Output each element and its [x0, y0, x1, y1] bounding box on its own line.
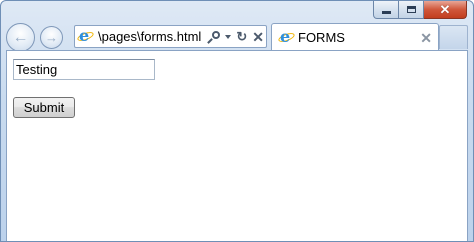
tab-close-icon[interactable]: ✕ [420, 31, 432, 45]
address-text[interactable]: \pages\forms.html [98, 29, 201, 44]
window-close-button[interactable]: ✕ [424, 1, 467, 19]
browser-window: ✕ ← → e \pages\forms.html ↻ ✕ e FORMS ✕ … [0, 0, 474, 242]
ie-tab-icon: e [277, 27, 296, 45]
stop-icon[interactable]: ✕ [252, 30, 264, 44]
minimize-button[interactable] [373, 1, 399, 19]
close-icon: ✕ [439, 2, 451, 17]
ie-page-icon: e [76, 26, 95, 44]
forward-arrow-icon: → [45, 30, 58, 45]
tab-title: FORMS [298, 30, 345, 45]
window-controls: ✕ [373, 1, 467, 20]
page-content: Submit [6, 50, 468, 241]
back-button[interactable]: ← [6, 23, 35, 52]
address-bar[interactable]: e \pages\forms.html ↻ ✕ [74, 25, 267, 48]
forward-button[interactable]: → [40, 26, 63, 49]
back-arrow-icon: ← [12, 28, 29, 46]
minimize-icon [381, 11, 391, 14]
chevron-down-icon[interactable] [225, 34, 232, 39]
refresh-icon[interactable]: ↻ [236, 30, 247, 43]
search-icon[interactable] [207, 30, 221, 44]
address-bar-tools: ↻ ✕ [207, 30, 264, 44]
submit-button[interactable]: Submit [13, 97, 75, 118]
tab-forms[interactable]: e FORMS ✕ [271, 23, 439, 51]
new-tab-button[interactable] [439, 25, 468, 49]
maximize-icon [406, 6, 416, 13]
text-input[interactable] [13, 59, 155, 80]
maximize-button[interactable] [399, 1, 424, 19]
